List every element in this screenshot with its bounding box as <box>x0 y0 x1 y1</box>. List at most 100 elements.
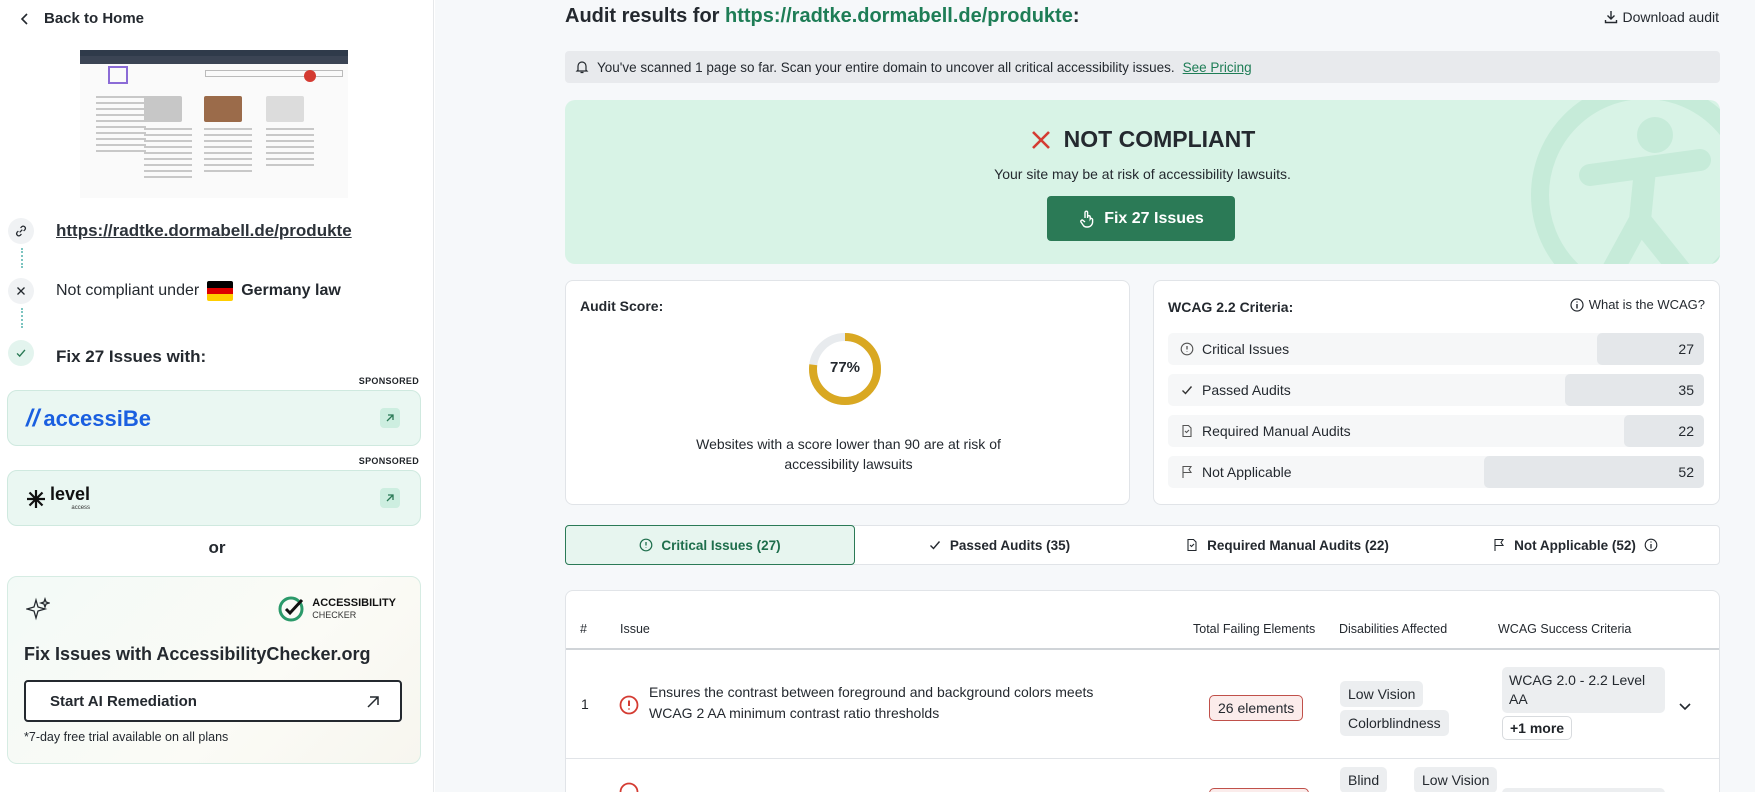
compliance-status-title: NOT COMPLIANT <box>1063 126 1256 152</box>
error-icon <box>619 782 639 792</box>
accessibility-checker-logo: ACCESSIBILITY CHECKER <box>278 595 396 623</box>
download-icon <box>1605 11 1618 24</box>
audited-url: https://radtke.dormabell.de/produkte <box>725 5 1073 27</box>
tab-passed-audits[interactable]: Passed Audits (35) <box>855 526 1143 564</box>
chevron-down-icon[interactable] <box>1677 698 1693 714</box>
criteria-count: 27 <box>1678 341 1694 357</box>
step-connector <box>21 308 23 328</box>
info-icon <box>1570 297 1584 312</box>
risk-text: Your site may be at risk of accessibilit… <box>994 166 1291 182</box>
vendor-card-accessibe[interactable]: //accessiBe <box>7 390 421 446</box>
criteria-count: 52 <box>1678 464 1694 480</box>
sponsored-label: SPONSORED <box>358 376 419 386</box>
what-is-wcag-link[interactable]: What is the WCAG? <box>1570 297 1705 312</box>
site-url-link[interactable]: https://radtke.dormabell.de/produkte <box>56 221 352 241</box>
link-icon <box>8 218 34 244</box>
col-disabilities: Disabilities Affected <box>1339 622 1448 636</box>
bell-icon <box>575 61 589 74</box>
page-title: Audit results for https://radtke.dormabe… <box>565 5 1080 27</box>
score-value: 77% <box>829 359 861 376</box>
table-row[interactable]: Blind Low Vision <box>566 760 1719 792</box>
criteria-row-passed[interactable]: Passed Audits 35 <box>1168 374 1704 406</box>
alert-circle-icon <box>1180 342 1194 356</box>
accessibe-logo: //accessiBe <box>26 405 151 432</box>
chevron-left-icon <box>20 12 28 25</box>
close-icon <box>1031 130 1050 149</box>
table-row[interactable]: 1 Ensures the contrast between foregroun… <box>566 652 1719 759</box>
sidebar: Back to Home https://radtke.dormabell.de… <box>0 0 434 792</box>
compliance-law: Germany law <box>241 282 341 299</box>
document-icon <box>1187 538 1197 552</box>
fix-with-heading: Fix 27 Issues with: <box>56 347 207 366</box>
alert-circle-icon <box>639 538 653 552</box>
col-issue: Issue <box>620 622 650 636</box>
col-wcag: WCAG Success Criteria <box>1498 622 1632 636</box>
germany-flag-icon <box>207 281 234 301</box>
criteria-row-manual[interactable]: Required Manual Audits 22 <box>1168 415 1704 447</box>
back-label: Back to Home <box>44 10 145 27</box>
or-divider: or <box>208 538 226 557</box>
issue-description: Ensures the contrast between foreground … <box>649 684 1094 721</box>
criteria-count: 22 <box>1678 423 1694 439</box>
compliance-status: Not compliant under Germany law <box>56 281 341 301</box>
info-icon[interactable] <box>1644 538 1658 552</box>
failing-elements-badge: 26 elements <box>1209 695 1304 721</box>
audit-score-card: Audit Score: 77% Websites with a score l… <box>565 280 1130 505</box>
see-pricing-link[interactable]: See Pricing <box>1183 60 1252 75</box>
criteria-row-not-applicable[interactable]: Not Applicable 52 <box>1168 456 1704 488</box>
scan-notice: You've scanned 1 page so far. Scan your … <box>565 51 1720 83</box>
failing-elements-badge <box>1209 788 1309 792</box>
issues-table: # Issue Total Failing Elements Disabilit… <box>565 590 1720 792</box>
wcag-criteria-label: WCAG 2.2 Criteria: <box>1168 299 1294 315</box>
start-ai-remediation-button[interactable]: Start AI Remediation <box>24 680 402 722</box>
error-icon <box>619 695 639 715</box>
vendor-card-level-access[interactable]: level access <box>7 470 421 526</box>
pointer-hand-icon <box>1080 210 1094 228</box>
score-note: Websites with a score lower than 90 are … <box>696 436 1001 472</box>
external-link-icon <box>380 408 400 428</box>
disability-tag: Low Vision <box>1414 767 1498 792</box>
col-failing: Total Failing Elements <box>1193 622 1316 636</box>
audit-score-label: Audit Score: <box>580 298 664 314</box>
external-link-icon <box>380 488 400 508</box>
criteria-count: 35 <box>1678 382 1694 398</box>
tab-not-applicable[interactable]: Not Applicable (52) <box>1431 526 1719 564</box>
disability-tag: Blind <box>1340 767 1388 792</box>
ac-card-title: Fix Issues with AccessibilityChecker.org <box>24 644 371 664</box>
wcag-criteria-card: WCAG 2.2 Criteria: What is the WCAG? Cri… <box>1153 280 1720 505</box>
accessibility-checker-card: ACCESSIBILITY CHECKER Fix Issues with Acc… <box>7 576 421 764</box>
check-icon <box>1182 386 1193 395</box>
wcag-criteria-tag: WCAG 2.0 - 2.2 Level AA <box>1502 667 1665 713</box>
main-panel: Audit results for https://radtke.dormabe… <box>435 0 1755 792</box>
arrow-up-right-icon <box>367 696 379 708</box>
document-icon <box>1182 424 1192 438</box>
disability-tag: Low Vision <box>1340 681 1424 707</box>
criteria-row-critical[interactable]: Critical Issues 27 <box>1168 333 1704 365</box>
step-connector <box>21 248 23 268</box>
col-num: # <box>580 622 587 636</box>
flag-icon <box>1494 538 1505 551</box>
trial-note: *7-day free trial available on all plans <box>24 730 229 744</box>
download-audit-button[interactable]: Download audit <box>1604 9 1719 25</box>
table-header: # Issue Total Failing Elements Disabilit… <box>566 591 1719 650</box>
flag-icon <box>1182 465 1193 478</box>
tab-critical-issues[interactable]: Critical Issues (27) <box>565 525 855 565</box>
sparkle-icon <box>26 597 50 621</box>
score-gauge: 77% <box>807 331 883 407</box>
site-thumbnail <box>80 50 348 198</box>
disability-tag: Colorblindness <box>1340 710 1449 736</box>
close-icon <box>8 278 34 304</box>
check-icon <box>8 340 34 366</box>
back-to-home-link[interactable]: Back to Home <box>18 10 144 27</box>
compliance-prefix: Not compliant under <box>56 282 200 299</box>
level-access-logo: level access <box>26 485 90 511</box>
row-number: 1 <box>581 696 589 712</box>
more-criteria-button[interactable]: +1 more <box>1502 716 1573 740</box>
sponsored-label: SPONSORED <box>358 456 419 466</box>
wcag-criteria-tag <box>1502 788 1665 792</box>
check-icon <box>929 541 940 550</box>
tab-required-manual-audits[interactable]: Required Manual Audits (22) <box>1143 526 1431 564</box>
results-tabs: Critical Issues (27) Passed Audits (35) … <box>565 525 1720 565</box>
fix-issues-button[interactable]: Fix 27 Issues <box>1047 196 1235 241</box>
accessibility-person-icon <box>1531 100 1720 264</box>
